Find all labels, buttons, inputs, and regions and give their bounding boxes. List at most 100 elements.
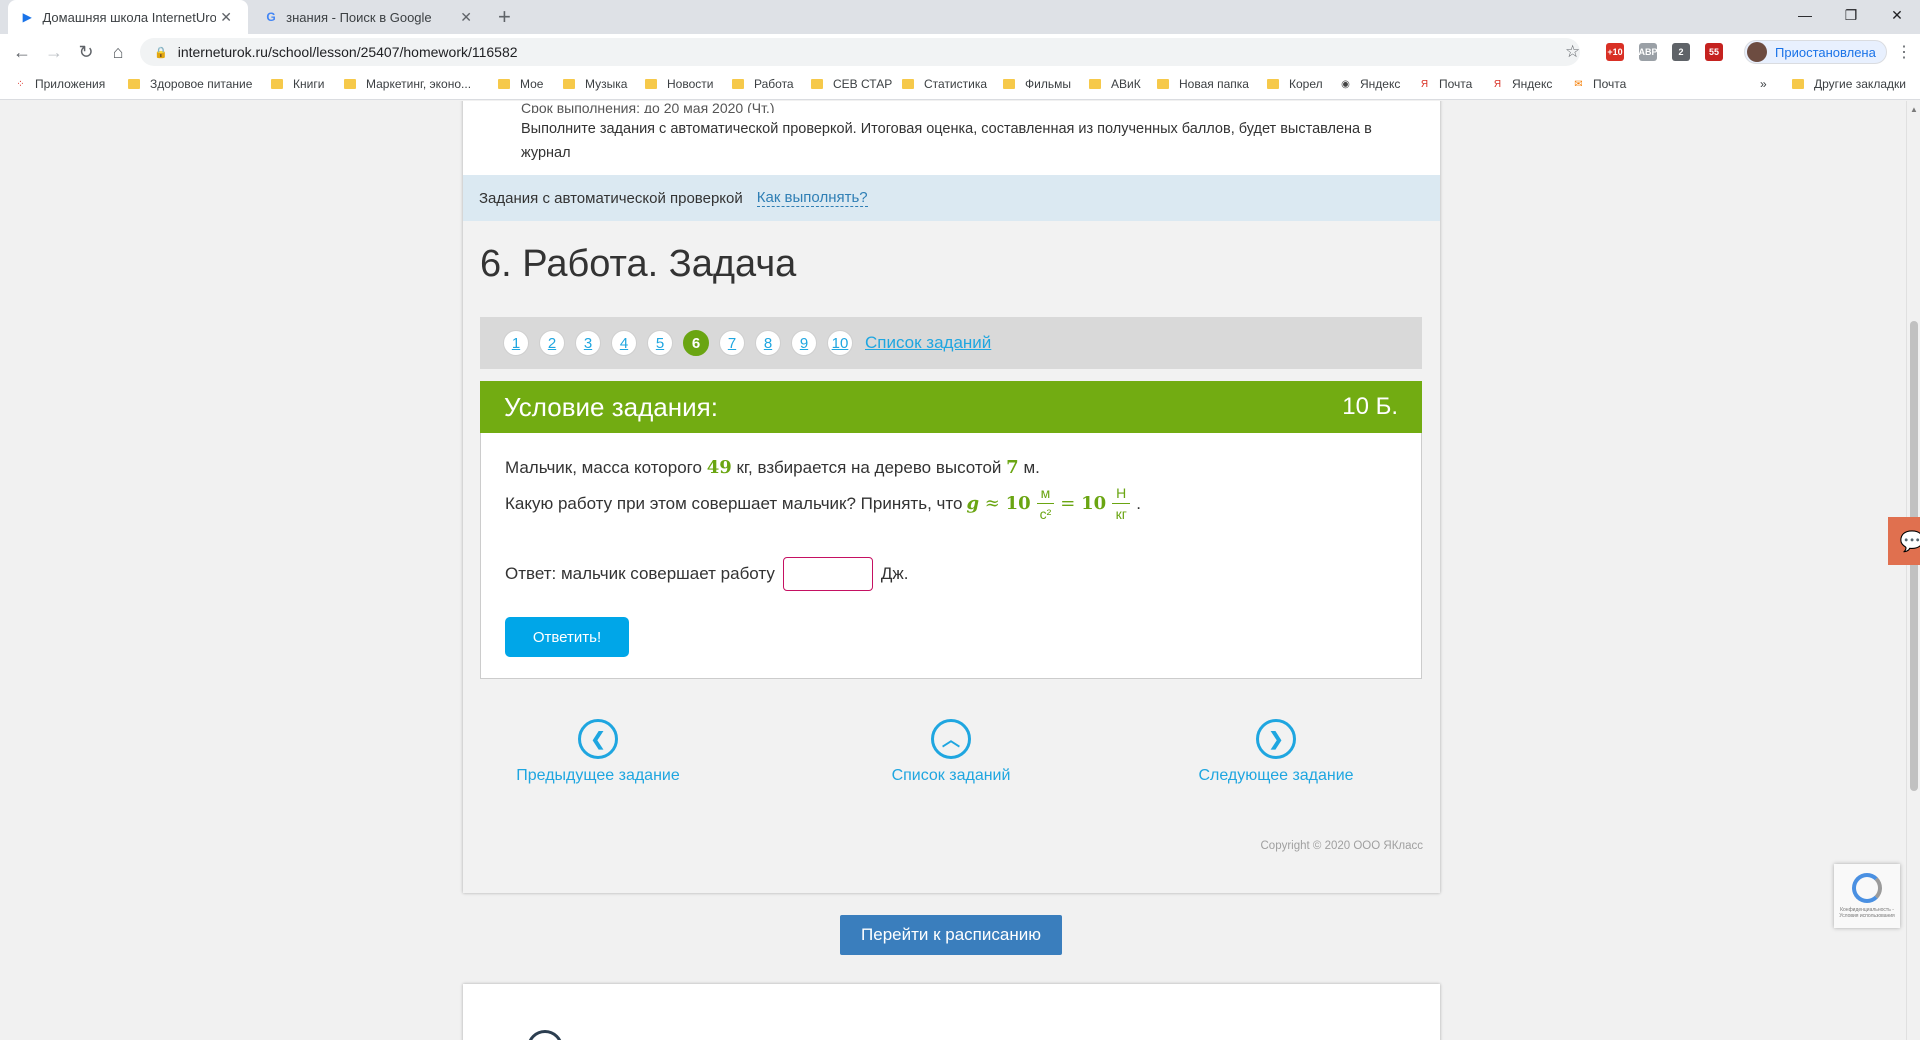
shield-extension-icon[interactable]: 2: [1672, 43, 1690, 61]
page-link[interactable]: 9: [791, 330, 817, 356]
bookmark-other[interactable]: Другие закладки: [1792, 77, 1906, 91]
page-link[interactable]: 4: [611, 330, 637, 356]
condition-title: Условие задания:: [504, 391, 718, 422]
mass-value: 49: [706, 457, 732, 478]
bookmark-folder[interactable]: Корел: [1267, 77, 1323, 91]
bookmark-star-icon[interactable]: ☆: [1565, 42, 1580, 62]
minimize-icon[interactable]: —: [1782, 0, 1828, 30]
yandex-icon: Я: [1420, 78, 1429, 90]
mail-extension-icon[interactable]: +10: [1606, 43, 1624, 61]
bookmark-folder[interactable]: СЕВ СТАР: [811, 77, 892, 91]
bookmark-folder[interactable]: Здоровое питание: [128, 77, 252, 91]
folder-icon: [1003, 79, 1015, 89]
next-section-card: [463, 984, 1440, 1040]
bookmark-folder[interactable]: Книги: [271, 77, 324, 91]
page-link[interactable]: 8: [755, 330, 781, 356]
bookmark-yandex[interactable]: ◉ Яндекс: [1339, 77, 1400, 91]
folder-icon: [563, 79, 575, 89]
bookmarks-overflow-icon[interactable]: »: [1760, 77, 1767, 91]
task-list-nav[interactable]: ︿ Список заданий: [876, 719, 1026, 785]
go-to-schedule-button[interactable]: Перейти к расписанию: [840, 915, 1062, 955]
bookmark-apps[interactable]: ⁘ Приложения: [14, 77, 105, 91]
folder-icon: [344, 79, 356, 89]
bookmark-folder[interactable]: Мое: [498, 77, 543, 91]
chevron-up-icon[interactable]: ︿: [931, 719, 971, 759]
reload-icon[interactable]: ↻: [74, 40, 98, 64]
page-link[interactable]: 2: [539, 330, 565, 356]
bookmark-folder[interactable]: АВиК: [1089, 77, 1141, 91]
how-to-link[interactable]: Как выполнять?: [756, 189, 868, 207]
browser-tab-bar: ▶ Домашняя школа InternetUrok.r ✕ G знан…: [0, 0, 1920, 34]
bookmark-folder[interactable]: Статистика: [902, 77, 987, 91]
profile-label: Приостановлена: [1775, 44, 1876, 60]
copyright-text: Copyright © 2020 ООО ЯКласс: [1260, 840, 1424, 852]
intro-text: Срок выполнения: до 20 мая 2020 (Чт.) Вы…: [521, 103, 1391, 165]
home-icon[interactable]: ⌂: [106, 40, 130, 64]
scroll-up-icon[interactable]: ▲: [1910, 105, 1918, 114]
page-link[interactable]: 7: [719, 330, 745, 356]
browser-menu-icon[interactable]: ⋮: [1896, 42, 1912, 62]
forward-icon[interactable]: →: [42, 40, 66, 64]
submit-answer-button[interactable]: Ответить!: [505, 617, 629, 657]
opera-extension-icon[interactable]: 55: [1705, 43, 1723, 61]
next-task-nav[interactable]: ❯ Следующее задание: [1198, 719, 1354, 785]
bookmark-yandex[interactable]: Я Яндекс: [1491, 77, 1552, 91]
folder-icon: [1792, 79, 1804, 89]
points-badge: 10 Б.: [1342, 393, 1398, 420]
condition-body: Мальчик, масса которого 49 кг, взбираетс…: [480, 433, 1422, 679]
scrollbar[interactable]: ▲: [1906, 101, 1920, 1040]
page-link[interactable]: 1: [503, 330, 529, 356]
bookmark-folder[interactable]: Новая папка: [1157, 77, 1249, 91]
address-bar[interactable]: 🔒 interneturok.ru/school/lesson/25407/ho…: [140, 38, 1580, 66]
task-list-label[interactable]: Список заданий: [892, 767, 1011, 785]
bookmark-folder[interactable]: Маркетинг, эконо...: [344, 77, 471, 91]
recaptcha-badge[interactable]: Конфиденциальность - Условия использован…: [1834, 864, 1900, 928]
bookmark-folder[interactable]: Новости: [645, 77, 713, 91]
bookmark-folder[interactable]: Музыка: [563, 77, 627, 91]
page-link[interactable]: 3: [575, 330, 601, 356]
answer-input[interactable]: [782, 557, 873, 591]
prev-task-nav[interactable]: ❮ Предыдущее задание: [516, 719, 680, 785]
task-list-link[interactable]: Список заданий: [865, 333, 991, 353]
profile-button[interactable]: Приостановлена: [1744, 40, 1887, 64]
auto-check-band: Задания с автоматической проверкой Как в…: [463, 175, 1440, 221]
close-tab-icon[interactable]: ✕: [216, 9, 236, 26]
answer-row: Ответ: мальчик совершает работу Дж.: [505, 557, 908, 591]
chevron-right-icon[interactable]: ❯: [1256, 719, 1296, 759]
chevron-left-icon[interactable]: ❮: [578, 719, 618, 759]
folder-icon: [645, 79, 657, 89]
tab-title: Домашняя школа InternetUrok.r: [42, 9, 217, 25]
folder-icon: [1089, 79, 1101, 89]
restore-icon[interactable]: ❐: [1828, 0, 1874, 30]
back-icon[interactable]: ←: [10, 40, 34, 64]
new-tab-icon[interactable]: +: [498, 6, 511, 28]
unit-fraction: м с²: [1036, 485, 1055, 522]
window-close-icon[interactable]: ✕: [1874, 0, 1920, 30]
gravity-formula: g ≈ 10 м с² = 10 Нкг: [966, 485, 1136, 522]
globe-icon: ◉: [1341, 78, 1350, 90]
page-link-current[interactable]: 6: [683, 330, 709, 356]
task-area: 6. Работа. Задача 1 2 3 4 5 6 7 8 9 10 С…: [463, 221, 1440, 893]
tab-google-search[interactable]: G знания - Поиск в Google ✕: [252, 0, 488, 34]
adblock-extension-icon[interactable]: ABP: [1639, 43, 1658, 61]
page-viewport: Срок выполнения: до 20 мая 2020 (Чт.) Вы…: [0, 101, 1906, 1040]
prev-task-label[interactable]: Предыдущее задание: [516, 767, 679, 785]
folder-icon: [1267, 79, 1279, 89]
section-icon: [527, 1030, 563, 1040]
bookmark-mail[interactable]: Я Почта: [1418, 77, 1472, 91]
bookmark-folder[interactable]: Работа: [732, 77, 794, 91]
page-link[interactable]: 10: [827, 330, 853, 356]
next-task-label[interactable]: Следующее задание: [1198, 767, 1353, 785]
page-link[interactable]: 5: [647, 330, 673, 356]
chat-icon[interactable]: 💬: [1888, 517, 1920, 565]
close-tab-icon[interactable]: ✕: [456, 9, 476, 26]
recaptcha-logo-icon: [1852, 873, 1882, 903]
answer-unit: Дж.: [880, 564, 909, 583]
bookmark-folder[interactable]: Фильмы: [1003, 77, 1071, 91]
recaptcha-text: Конфиденциальность - Условия использован…: [1839, 907, 1895, 919]
folder-icon: [902, 79, 914, 89]
problem-line-1: Мальчик, масса которого 49 кг, взбираетс…: [505, 457, 1040, 478]
tab-title: знания - Поиск в Google: [286, 9, 432, 25]
tab-interneturok[interactable]: ▶ Домашняя школа InternetUrok.r ✕: [8, 0, 248, 34]
bookmark-mail[interactable]: ✉ Почта: [1572, 77, 1626, 91]
